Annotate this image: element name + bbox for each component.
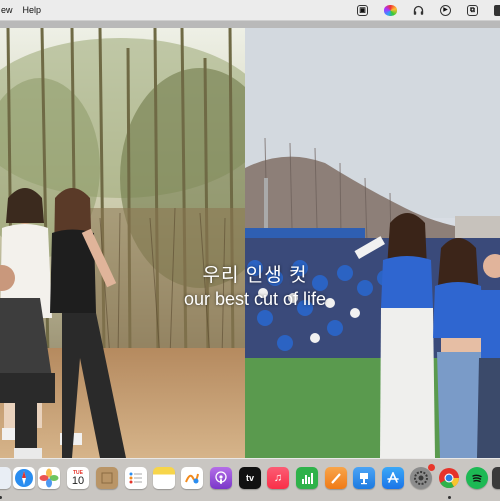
freeform-icon[interactable] <box>181 467 203 489</box>
right-photo-stadium <box>245 28 500 458</box>
caption-korean: 우리 인생 컷 <box>202 265 308 286</box>
apple-tv-label: tv <box>245 473 254 483</box>
screen-record-icon[interactable]: ▣ <box>357 4 368 16</box>
screen-mirror-icon[interactable]: ⧉ <box>467 4 478 16</box>
menu-help[interactable]: Help <box>18 5 47 15</box>
headphones-icon[interactable] <box>413 5 424 16</box>
apple-tv-icon[interactable]: tv <box>239 467 261 489</box>
battery-icon[interactable] <box>494 4 500 16</box>
left-photo-bamboo <box>0 28 245 458</box>
window-gap <box>0 21 500 28</box>
keynote-icon[interactable] <box>353 467 375 489</box>
calendar-date-label: 10 <box>71 474 85 487</box>
photo-caption: 우리 인생 컷 our best cut of life <box>160 260 350 310</box>
status-area: ▣ ▶ ⧉ <box>357 0 500 20</box>
notes-icon[interactable] <box>96 467 118 489</box>
chrome-running-dot <box>448 496 451 499</box>
safari-icon[interactable] <box>13 467 35 489</box>
reminders-icon[interactable] <box>125 467 147 489</box>
menu-bar: ew Help ▣ ▶ ⧉ <box>0 0 500 21</box>
caption-english: our best cut of life <box>183 289 327 309</box>
app-store-icon[interactable] <box>382 467 404 489</box>
pages-icon[interactable] <box>325 467 347 489</box>
play-icon[interactable]: ▶ <box>440 4 451 16</box>
menu-view[interactable]: ew <box>0 5 18 15</box>
notification-badge <box>428 464 435 471</box>
system-settings-icon[interactable] <box>410 464 435 489</box>
finder-icon[interactable] <box>0 467 11 489</box>
color-wheel-icon[interactable] <box>384 4 397 16</box>
dock: TUE 10 tv ♫ <box>0 458 500 501</box>
extra-app-icon[interactable] <box>492 467 500 489</box>
chrome-icon[interactable] <box>438 467 460 489</box>
music-icon[interactable]: ♫ <box>267 467 289 489</box>
calendar-icon[interactable]: TUE 10 <box>67 467 89 489</box>
photo-viewer: 우리 인생 컷 our best cut of life <box>0 28 500 458</box>
numbers-icon[interactable] <box>296 467 318 489</box>
stickies-icon[interactable] <box>153 467 175 489</box>
spotify-icon[interactable] <box>466 467 488 489</box>
finder-running-dot <box>0 496 2 499</box>
podcasts-icon[interactable] <box>210 467 232 489</box>
photos-icon[interactable] <box>38 467 60 489</box>
